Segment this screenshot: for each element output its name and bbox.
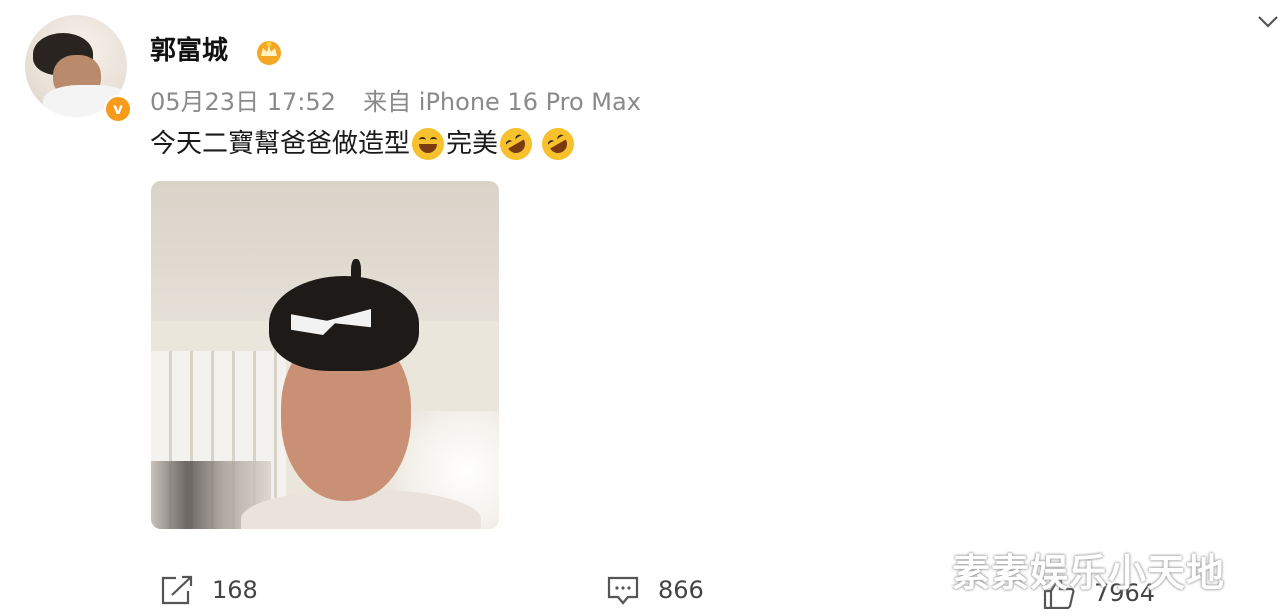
comment-icon [607, 576, 639, 605]
repost-button[interactable]: 168 [160, 574, 258, 606]
post-timestamp: 05月23日 17:52 [150, 88, 336, 116]
watermark: 素素娱乐小天地 [952, 551, 1226, 595]
rofl-face-icon [536, 122, 580, 166]
comment-count: 866 [658, 576, 704, 604]
post-text: 今天二寶幫爸爸做造型 完美 [150, 122, 580, 166]
post-meta: 05月23日 17:52 来自 iPhone 16 Pro Max [150, 82, 641, 117]
post-text-part1: 今天二寶幫爸爸做造型 [150, 129, 411, 159]
laughing-face-icon [412, 128, 445, 160]
verified-badge-icon: v [104, 95, 132, 123]
comment-button[interactable]: 866 [606, 574, 704, 606]
username[interactable]: 郭富城 [150, 30, 228, 67]
repost-count: 168 [212, 576, 258, 604]
share-icon [161, 575, 193, 605]
chevron-down-icon[interactable] [1255, 8, 1281, 34]
rofl-face-icon [494, 122, 538, 166]
vip-crown-icon [257, 41, 281, 65]
post-source: 来自 iPhone 16 Pro Max [363, 88, 641, 116]
post-text-part2: 完美 [446, 129, 499, 159]
post-photo[interactable] [151, 181, 499, 529]
